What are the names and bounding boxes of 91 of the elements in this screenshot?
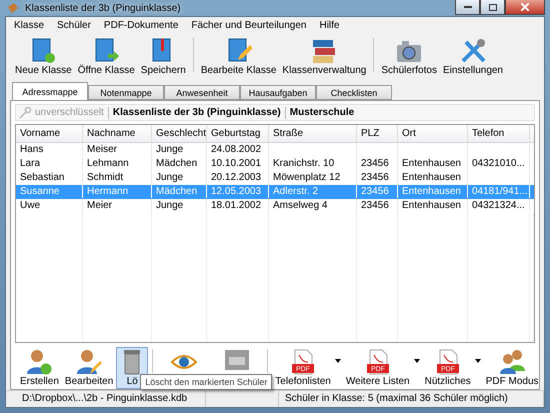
tab[interactable]: Adressmappe <box>12 82 88 100</box>
drawer-icon <box>224 349 250 371</box>
table-cell: Meier <box>87 200 112 211</box>
toolbar-button[interactable]: Erstellen <box>17 347 62 389</box>
tab[interactable]: Checklisten <box>316 85 392 100</box>
maximize-button[interactable] <box>480 0 505 15</box>
encryption-status: unverschlüsselt <box>35 107 104 118</box>
person-add-icon <box>26 349 52 375</box>
table-cell: Entenhausen <box>402 200 461 211</box>
camera-icon <box>396 38 422 64</box>
table-cell: 23456 <box>361 158 389 169</box>
table-cell: 12.05.2003 <box>211 186 262 197</box>
table-cell: Schmidt <box>87 172 124 183</box>
school-name: Musterschule <box>290 107 354 118</box>
table-cell: Sebastian <box>20 172 64 183</box>
tab[interactable]: Anwesenheit <box>164 85 240 100</box>
tab[interactable]: Notenmappe <box>88 85 164 100</box>
close-button[interactable] <box>505 0 545 15</box>
column-header[interactable]: Vorname <box>16 125 83 142</box>
table-cell: Kranichstr. 10 <box>273 158 334 169</box>
table-cell: Meiser <box>87 144 118 155</box>
toolbar-button[interactable]: PDF Modus <box>482 347 542 389</box>
menu-item[interactable]: Hilfe <box>319 20 340 31</box>
column-header[interactable]: Ort <box>398 125 468 142</box>
table-cell: 04321010... <box>472 158 525 169</box>
book-plus-icon <box>30 38 56 64</box>
people-icon <box>499 349 526 375</box>
table-cell: Susanne <box>20 186 60 197</box>
table-cell: 23456 <box>361 172 389 183</box>
books-icon <box>311 38 338 64</box>
class-title: Klassenliste der 3b (Pinguinklasse) <box>112 107 281 118</box>
table-cell: Junge <box>156 172 184 183</box>
tab[interactable]: Hausaufgaben <box>240 85 316 100</box>
table-cell: Hermann <box>87 186 128 197</box>
table-cell: 24.08.2002 <box>211 144 262 155</box>
toolbar-button[interactable]: Speichern <box>138 36 189 78</box>
table-cell: Junge <box>156 144 184 155</box>
table-cell: Adlerstr. 2 <box>273 186 318 197</box>
tooltip: Löscht den markierten Schüler <box>140 374 272 390</box>
table-cell: 18.01.2002 <box>211 200 262 211</box>
caret-icon[interactable] <box>334 359 341 363</box>
table-cell: 04181/941... <box>472 186 528 197</box>
table-cell: 23456 <box>361 200 389 211</box>
column-header[interactable]: PLZ <box>357 125 398 142</box>
table-cell: Mädchen <box>156 158 198 169</box>
table-cell: 20.12.2003 <box>211 172 262 183</box>
table-cell: Entenhausen <box>402 186 461 197</box>
column-header[interactable]: Geburtstag <box>207 125 269 142</box>
table-cell: Lara <box>20 158 40 169</box>
app-icon <box>7 2 19 14</box>
table-cell: Mädchen <box>156 186 198 197</box>
menu-item[interactable]: PDF-Dokumente <box>104 20 178 31</box>
book-arrow-icon <box>93 38 120 64</box>
status-text: D:\Dropbox\...\2b - Pinguinklasse.kdb <box>22 393 188 404</box>
maximize-icon <box>488 4 496 10</box>
table-cell: 10.10.2001 <box>211 158 262 169</box>
column-header[interactable]: Geschlecht <box>152 125 207 142</box>
menu-item[interactable]: Klasse <box>14 20 44 31</box>
close-icon <box>521 3 529 11</box>
table-cell: Junge <box>156 200 184 211</box>
toolbar-button[interactable]: Öffne Klasse <box>74 36 138 78</box>
toolbar-button[interactable]: Bearbeite Klasse <box>198 36 280 78</box>
key-icon <box>19 106 31 118</box>
person-pencil-icon <box>76 349 102 375</box>
table-cell: Entenhausen <box>402 158 461 169</box>
menu-item[interactable]: Fächer und Beurteilungen <box>191 20 306 31</box>
book-pencil-icon <box>226 38 252 64</box>
toolbar-button[interactable]: Klassenverwaltung <box>279 36 370 78</box>
window-title: Klassenliste der 3b (Pinguinklasse) <box>25 2 181 14</box>
toolbar-button[interactable]: Bearbeiten <box>62 347 116 389</box>
table-cell: Lehmann <box>87 158 129 169</box>
column-header[interactable]: Straße <box>269 125 357 142</box>
minimize-button[interactable] <box>455 0 480 15</box>
table-cell: Amselweg 4 <box>273 200 328 211</box>
column-header[interactable]: Telefon <box>468 125 530 142</box>
column-header[interactable]: Nachname <box>83 125 152 142</box>
minimize-icon <box>464 6 472 8</box>
table-cell: 23456 <box>361 186 389 197</box>
toolbar-button[interactable]: Einstellungen <box>440 36 506 78</box>
toolbar-button[interactable]: Neue Klasse <box>12 36 75 78</box>
caret-icon[interactable] <box>414 359 420 363</box>
status-text: Schüler in Klasse: 5 (maximal 36 Schüler möglich) <box>285 393 508 404</box>
table-cell: 04321324... <box>472 200 525 211</box>
toolbar-button[interactable]: Schülerfotos <box>378 36 440 78</box>
table-cell: Hans <box>20 144 44 155</box>
table-cell: Entenhausen <box>402 172 461 183</box>
menu-item[interactable]: Schüler <box>57 20 91 31</box>
tools-icon <box>460 38 486 64</box>
table-cell: Uwe <box>20 200 40 211</box>
caret-icon[interactable] <box>474 359 481 363</box>
table-cell: Möwenplatz 12 <box>273 172 340 183</box>
